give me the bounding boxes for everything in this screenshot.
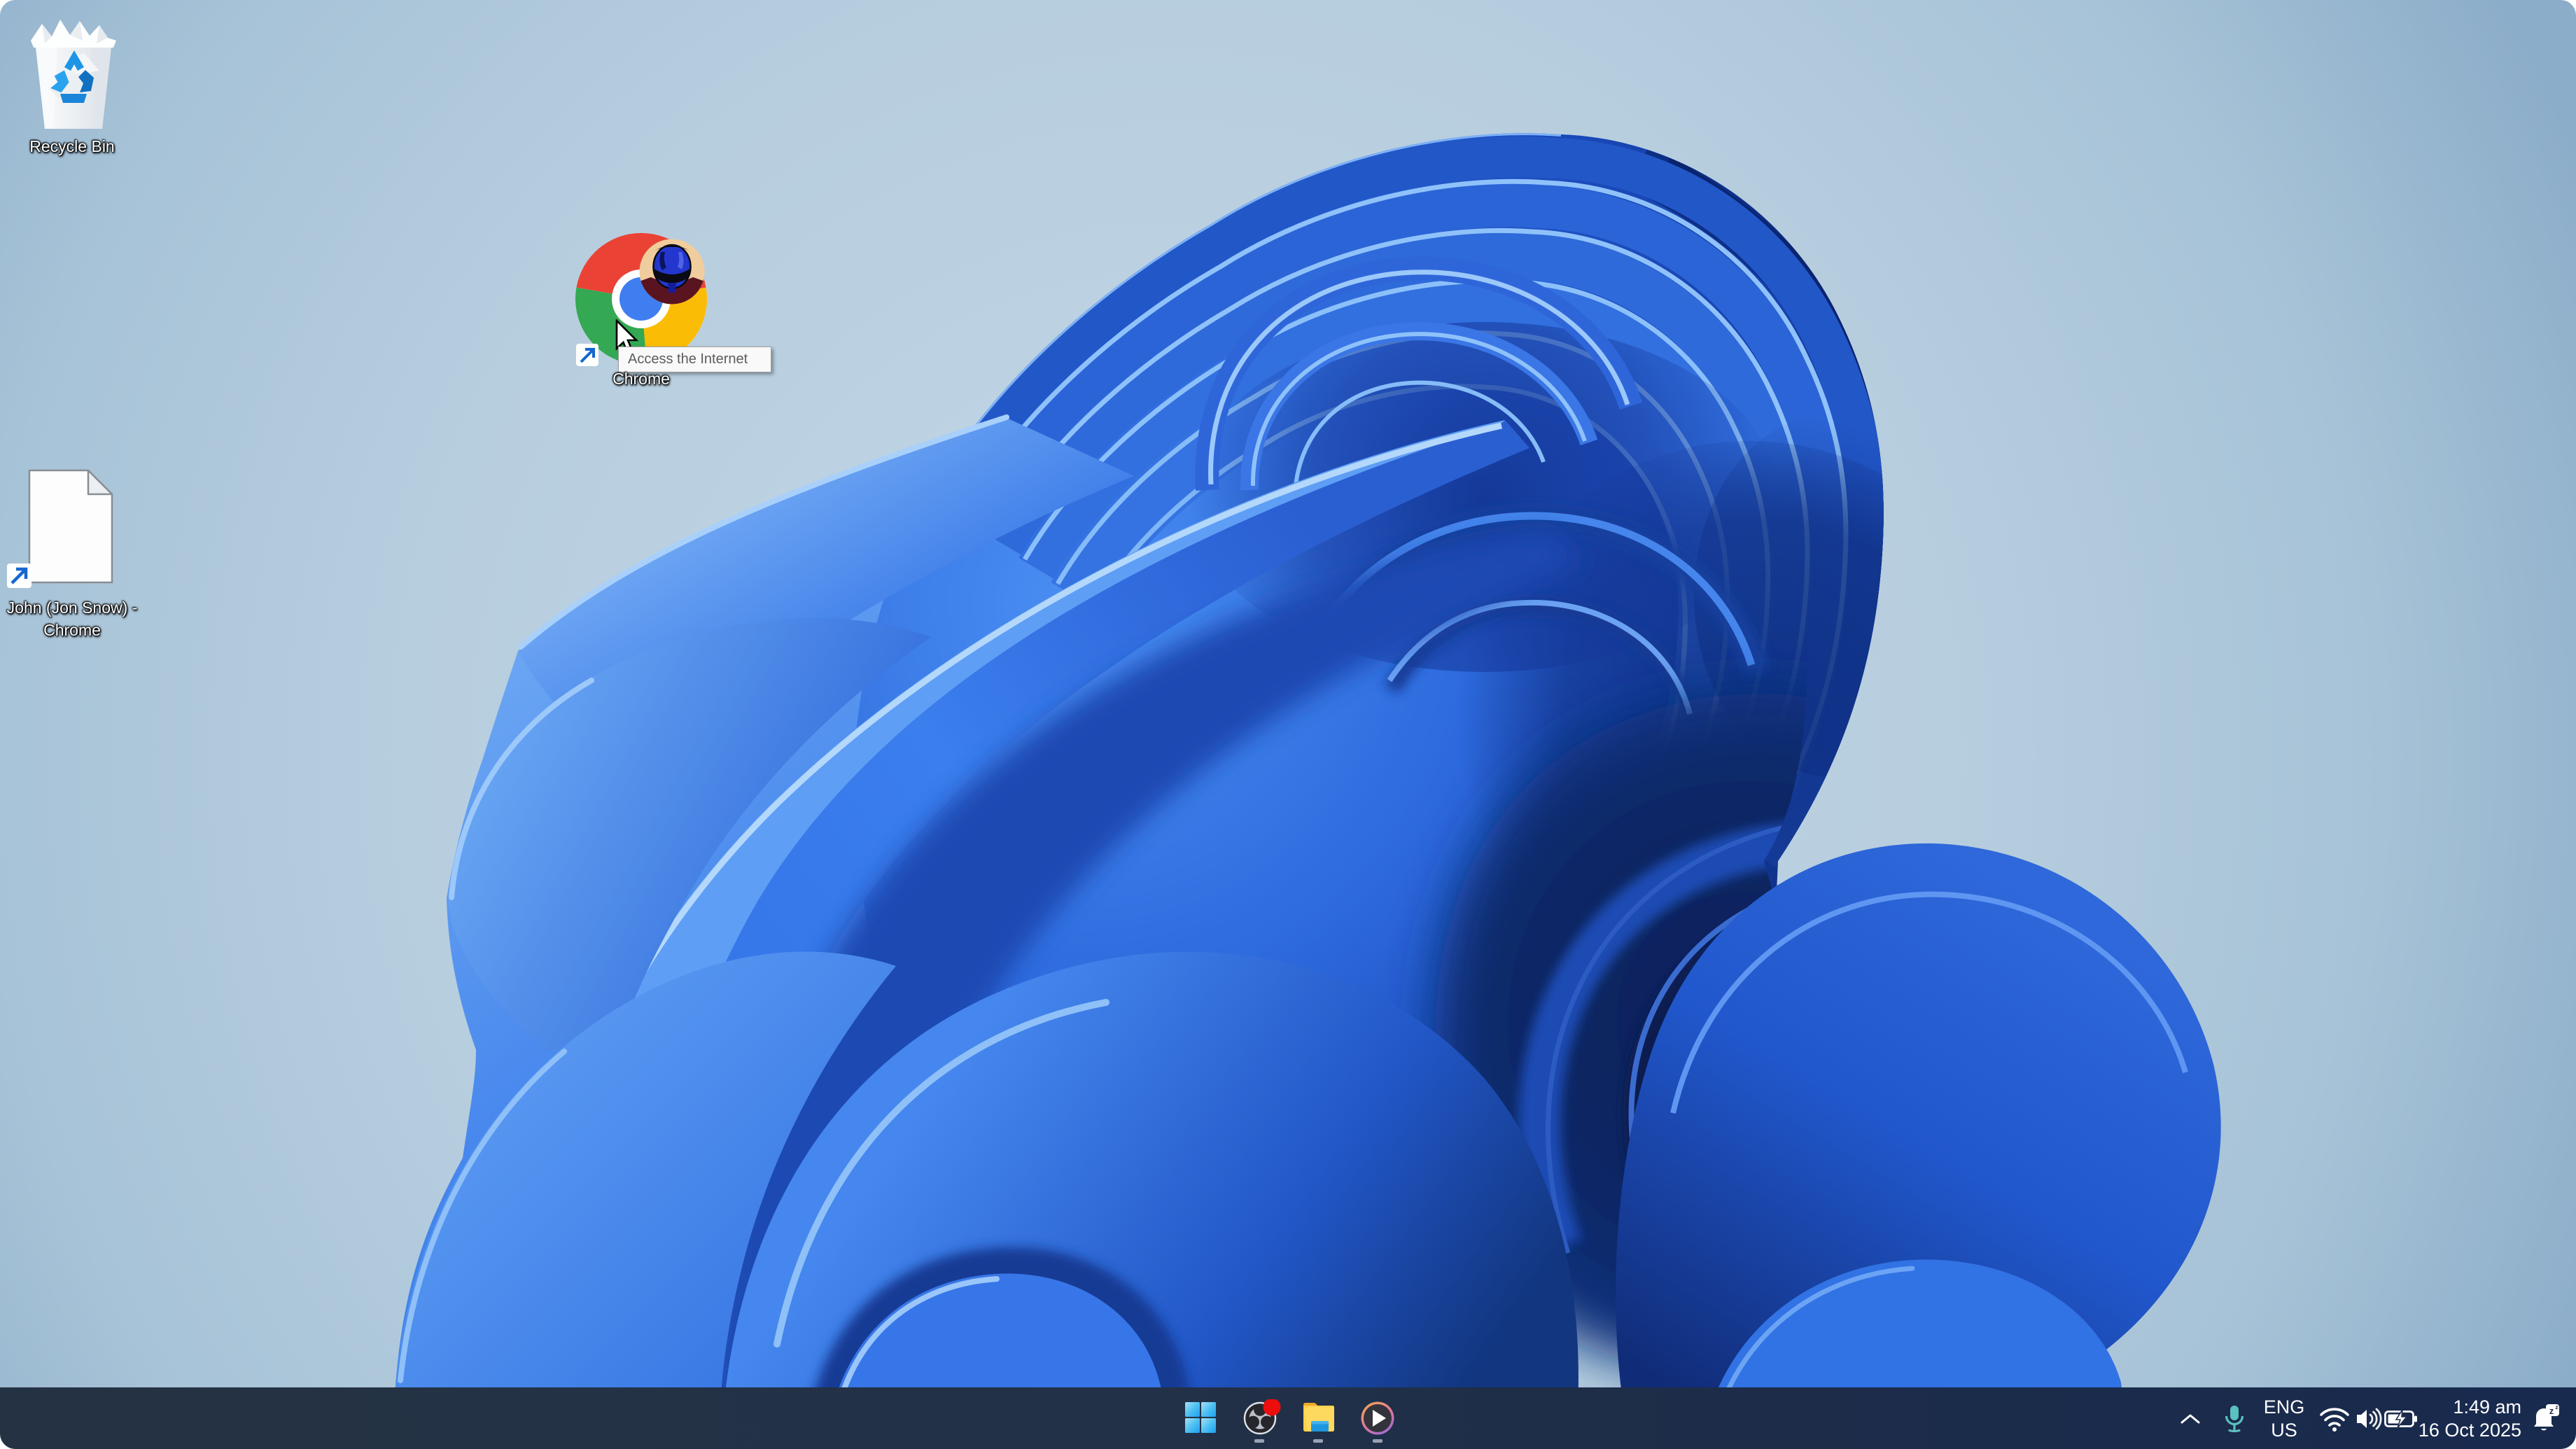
svg-text:z: z bbox=[2555, 1404, 2558, 1410]
svg-text:z: z bbox=[2549, 1406, 2554, 1416]
